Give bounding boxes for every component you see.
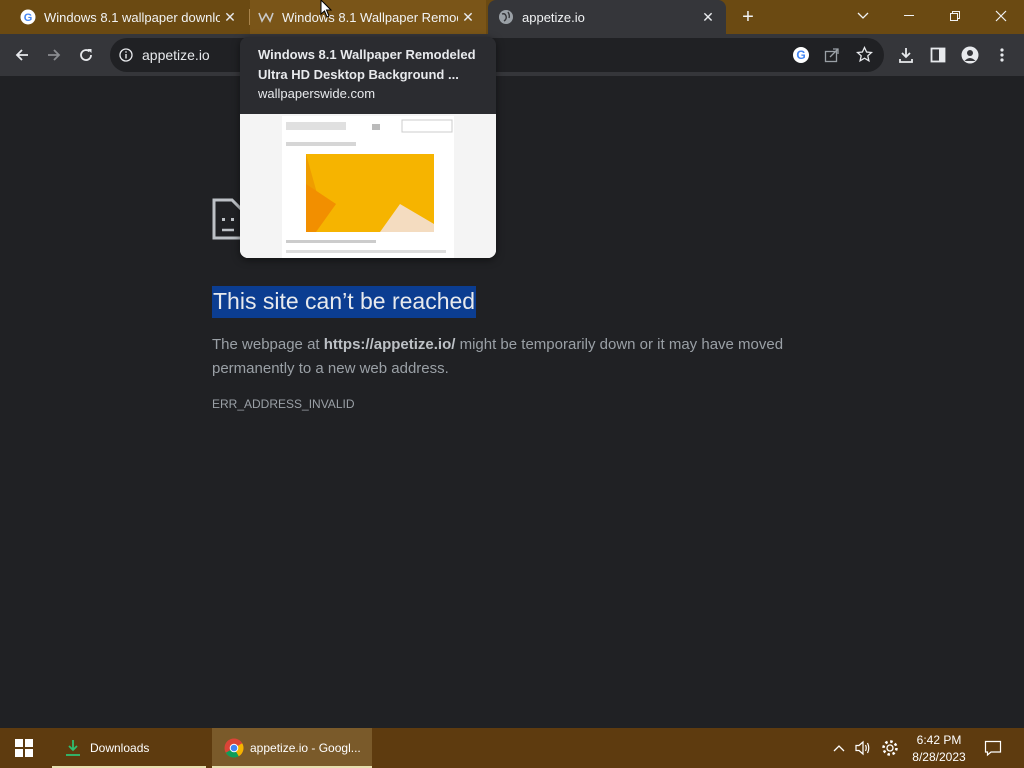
chevron-down-icon [857,12,869,19]
globe-icon [498,9,514,25]
google-lens-icon[interactable]: G [792,46,810,69]
chrome-icon [224,738,244,758]
mouse-cursor-icon [320,0,332,18]
back-button[interactable] [6,39,38,71]
error-text-before: The webpage at [212,336,324,353]
show-hidden-icons-button[interactable] [828,728,850,768]
minimize-button[interactable] [886,0,932,32]
clock-date: 8/28/2023 [912,750,966,764]
gear-icon [882,740,898,756]
taskbar-item-label: appetize.io - Googl... [250,741,361,755]
browser-toolbar: appetize.io G [0,34,1024,76]
info-icon[interactable] [119,48,133,62]
svg-text:G: G [24,12,33,24]
notifications-button[interactable] [978,728,1008,768]
tab-strip: G Windows 8.1 wallpaper download ✕ Windo… [0,0,1024,34]
chevron-up-icon [833,745,845,752]
hover-card-title: Windows 8.1 Wallpaper Remodeled Ultra HD… [258,47,476,82]
taskbar-chrome[interactable]: appetize.io - Googl... [212,728,372,768]
tab-title: appetize.io [522,9,585,25]
settings-button[interactable] [878,728,902,768]
downloads-button[interactable] [890,39,922,71]
close-tab-icon[interactable]: ✕ [220,7,240,27]
share-icon[interactable] [824,47,840,68]
tab-wallpaper-remodeled[interactable]: Windows 8.1 Wallpaper Remodeled ✕ [250,0,486,34]
more-vert-icon [1000,48,1004,62]
url-text: appetize.io [142,47,210,63]
download-icon [899,48,913,63]
speaker-icon [855,740,870,756]
wallpaperswide-icon [258,9,274,25]
tab-appetize[interactable]: appetize.io ✕ [488,0,726,34]
error-code: ERR_ADDRESS_INVALID [212,397,355,411]
clock-time: 6:42 PM [916,733,962,747]
forward-arrow-icon [48,49,61,61]
tab-search-button[interactable] [840,0,886,32]
start-button[interactable] [0,728,48,768]
tab-hover-card: Windows 8.1 Wallpaper Remodeled Ultra HD… [240,37,496,258]
volume-button[interactable] [852,728,874,768]
minimize-icon [904,15,914,16]
close-tab-icon[interactable]: ✕ [698,7,718,27]
restore-button[interactable] [932,0,978,32]
side-panel-button[interactable] [922,39,954,71]
side-panel-icon [930,47,946,63]
close-tab-icon[interactable]: ✕ [458,7,478,27]
download-folder-icon [64,739,82,757]
tab-title: Windows 8.1 wallpaper download [44,9,220,25]
close-window-button[interactable] [978,0,1024,32]
reload-button[interactable] [70,39,102,71]
bookmark-star-icon[interactable] [855,45,874,68]
taskbar-clock[interactable]: 6:42 PM 8/28/2023 [906,732,972,766]
windows-logo-icon [15,739,33,757]
svg-text:G: G [796,48,805,62]
error-heading: This site can’t be reached [212,286,477,318]
hover-card-domain: wallpaperswide.com [258,86,376,101]
tab-windows-wallpaper-download[interactable]: G Windows 8.1 wallpaper download ✕ [0,0,248,34]
forward-button[interactable] [38,39,70,71]
close-icon [995,10,1007,22]
taskbar-item-label: Downloads [90,741,150,755]
profile-button[interactable] [954,39,986,71]
hover-card-thumbnail [240,114,496,258]
menu-button[interactable] [986,39,1018,71]
address-bar[interactable]: appetize.io G [110,38,884,72]
back-arrow-icon [15,49,28,61]
windows-taskbar: Downloads appetize.io - Googl... 6:42 PM… [0,728,1024,768]
restore-icon [950,11,960,21]
error-url: https://appetize.io/ [323,336,456,353]
error-description: The webpage at https://appetize.io/ migh… [212,333,832,381]
notification-icon [984,740,1002,757]
reload-icon [80,49,92,61]
tab-title: Windows 8.1 Wallpaper Remodeled [282,9,458,25]
taskbar-downloads[interactable]: Downloads [52,728,206,768]
google-g-icon: G [20,9,36,25]
new-tab-button[interactable]: + [736,6,760,28]
profile-avatar-icon [961,46,979,64]
